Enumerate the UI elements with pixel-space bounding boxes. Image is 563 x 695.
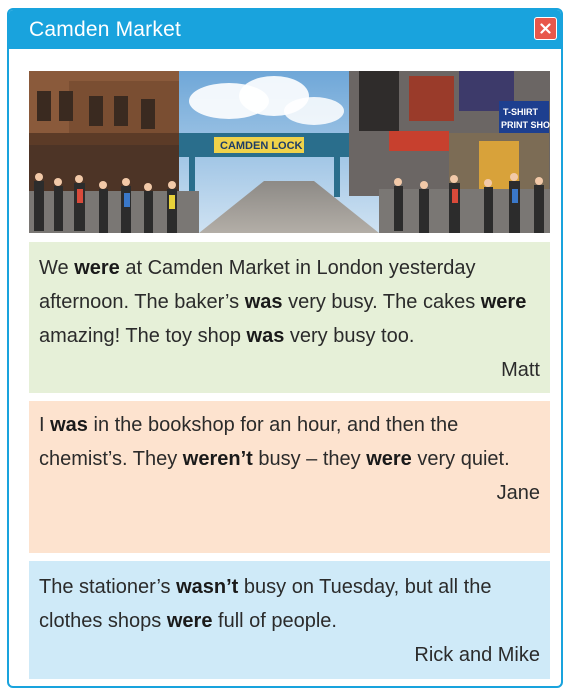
svg-text:PRINT SHOP: PRINT SHOP xyxy=(501,120,550,130)
post-matt: We were at Camden Market in London yeste… xyxy=(29,242,550,393)
text-segment: very busy. The cakes xyxy=(282,291,481,313)
text-segment: I xyxy=(39,414,51,436)
post-rick-and-mike: The stationer’s wasn’t busy on Tuesday, … xyxy=(29,561,550,679)
post-text: We were at Camden Market in London yeste… xyxy=(39,251,540,353)
svg-text:CAMDEN LOCK: CAMDEN LOCK xyxy=(220,140,303,152)
text-segment: very busy too. xyxy=(284,325,415,347)
svg-text:T-SHIRT: T-SHIRT xyxy=(503,107,539,117)
bold-verb: was xyxy=(244,291,283,313)
text-segment: We xyxy=(39,257,75,279)
bold-verb: wasn’t xyxy=(176,576,239,598)
close-x-icon xyxy=(540,23,551,34)
text-segment: busy – they xyxy=(252,448,367,470)
camden-market-window: Camden Market T-SHIRT PRINT SHO CAMDEN L… xyxy=(7,8,563,688)
close-button[interactable] xyxy=(534,17,557,40)
bold-verb: was xyxy=(246,325,285,347)
post-text: The stationer’s wasn’t busy on Tuesday, … xyxy=(39,570,540,638)
bold-verb: were xyxy=(480,291,527,313)
bold-verb: were xyxy=(166,610,213,632)
content-area: T-SHIRT PRINT SHOP CAMDEN LOCK xyxy=(29,71,550,679)
window-title: Camden Market xyxy=(29,17,181,41)
post-author: Rick and Mike xyxy=(414,644,540,666)
title-bar: Camden Market xyxy=(9,10,561,49)
text-segment: full of people. xyxy=(212,610,337,632)
bold-verb: weren’t xyxy=(182,448,253,470)
post-author: Jane xyxy=(496,482,540,504)
post-jane: I was in the bookshop for an hour, and t… xyxy=(29,401,550,553)
post-text: I was in the bookshop for an hour, and t… xyxy=(39,408,540,476)
post-author: Matt xyxy=(501,359,540,381)
bold-verb: were xyxy=(366,448,412,470)
bold-verb: was xyxy=(50,414,88,436)
text-segment: amazing! The toy shop xyxy=(39,325,247,347)
text-segment: The stationer’s xyxy=(39,576,177,598)
camden-market-photo: T-SHIRT PRINT SHOP CAMDEN LOCK xyxy=(29,71,550,233)
bold-verb: were xyxy=(74,257,120,279)
text-segment: very quiet. xyxy=(411,448,510,470)
